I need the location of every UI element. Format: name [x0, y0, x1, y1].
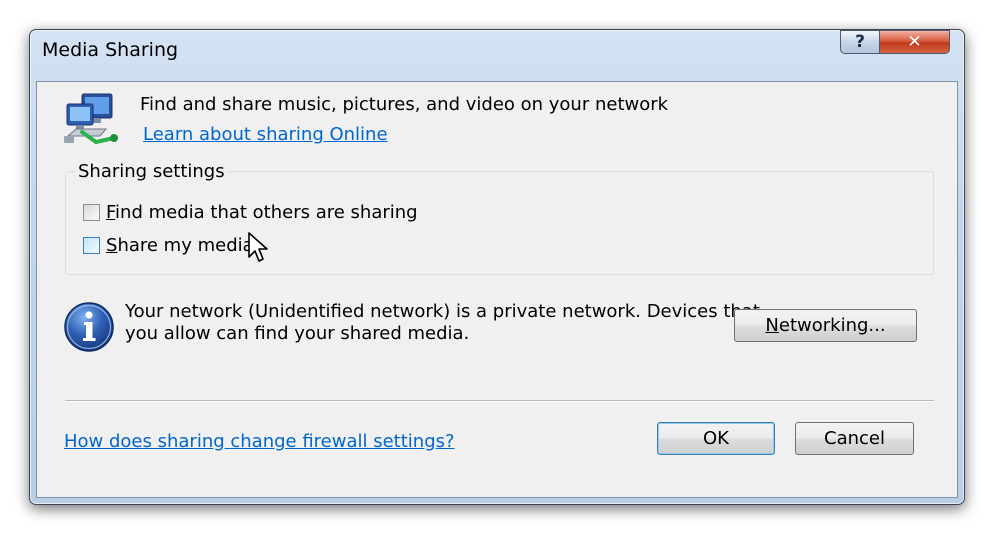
- help-button[interactable]: ?: [840, 30, 880, 54]
- help-icon: ?: [855, 32, 865, 52]
- network-computers-icon: [64, 93, 118, 144]
- cancel-button[interactable]: Cancel: [795, 422, 914, 455]
- media-sharing-dialog: Media Sharing ? ✕ Find and share music, …: [29, 29, 965, 505]
- sharing-settings-group: [65, 171, 934, 275]
- ok-button[interactable]: OK: [657, 422, 775, 455]
- share-media-label: Share my media: [106, 235, 254, 256]
- share-media-checkbox-row[interactable]: Share my media: [83, 235, 254, 256]
- info-icon: [64, 302, 114, 352]
- divider: [65, 400, 934, 402]
- close-icon: ✕: [907, 32, 922, 52]
- dialog-title: Media Sharing: [42, 39, 179, 61]
- find-media-label: Find media that others are sharing: [106, 202, 418, 223]
- firewall-settings-link[interactable]: How does sharing change firewall setting…: [64, 431, 455, 452]
- dialog-content: Find and share music, pictures, and vide…: [36, 81, 958, 498]
- networking-button[interactable]: Networking...: [734, 309, 917, 342]
- learn-sharing-online-link[interactable]: Learn about sharing Online: [143, 124, 388, 145]
- find-media-checkbox-row[interactable]: Find media that others are sharing: [83, 202, 418, 223]
- mouse-cursor-icon: [248, 232, 268, 262]
- sharing-settings-label: Sharing settings: [75, 161, 228, 182]
- header-description: Find and share music, pictures, and vide…: [140, 94, 669, 115]
- network-info-text: Your network (Unidentified network) is a…: [125, 301, 760, 344]
- caption-buttons: ? ✕: [840, 30, 950, 56]
- find-media-checkbox[interactable]: [83, 204, 100, 221]
- close-button[interactable]: ✕: [880, 30, 950, 54]
- share-media-checkbox[interactable]: [83, 237, 100, 254]
